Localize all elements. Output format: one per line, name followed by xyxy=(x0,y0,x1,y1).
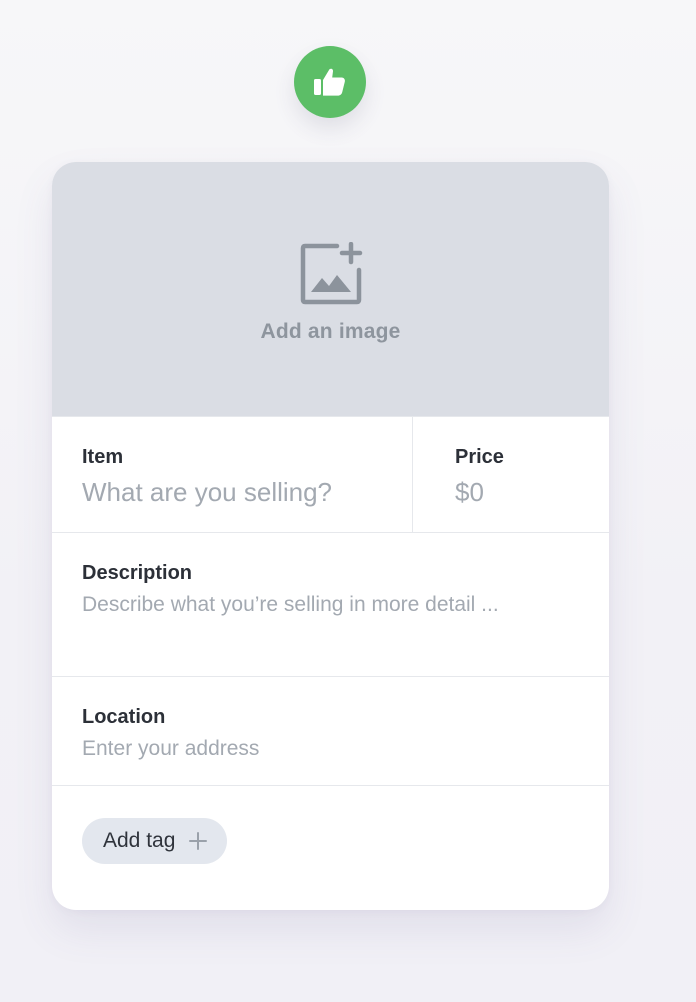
add-tag-button[interactable]: Add tag xyxy=(82,818,228,864)
price-field: Price xyxy=(413,417,609,532)
add-image-dropzone[interactable]: Add an image xyxy=(52,162,609,416)
item-label: Item xyxy=(82,446,124,468)
add-image-label: Add an image xyxy=(260,320,401,343)
add-tag-label: Add tag xyxy=(103,829,176,852)
description-field: Description xyxy=(52,532,609,676)
listing-form-card: Add an image Item Price Description Loca… xyxy=(52,162,609,910)
location-field: Location xyxy=(52,676,609,785)
tags-row: Add tag xyxy=(52,785,609,864)
description-input[interactable] xyxy=(82,591,582,651)
item-price-row: Item Price xyxy=(52,416,609,532)
add-image-icon xyxy=(300,242,362,305)
plus-icon xyxy=(189,832,208,850)
item-input[interactable] xyxy=(82,475,412,509)
item-field: Item xyxy=(52,417,413,532)
price-input[interactable] xyxy=(455,475,609,509)
description-label: Description xyxy=(82,562,193,584)
price-label: Price xyxy=(455,446,504,468)
thumbs-up-badge xyxy=(294,46,366,118)
location-input[interactable] xyxy=(82,735,582,763)
location-label: Location xyxy=(82,706,166,728)
thumbs-up-icon xyxy=(314,68,345,96)
